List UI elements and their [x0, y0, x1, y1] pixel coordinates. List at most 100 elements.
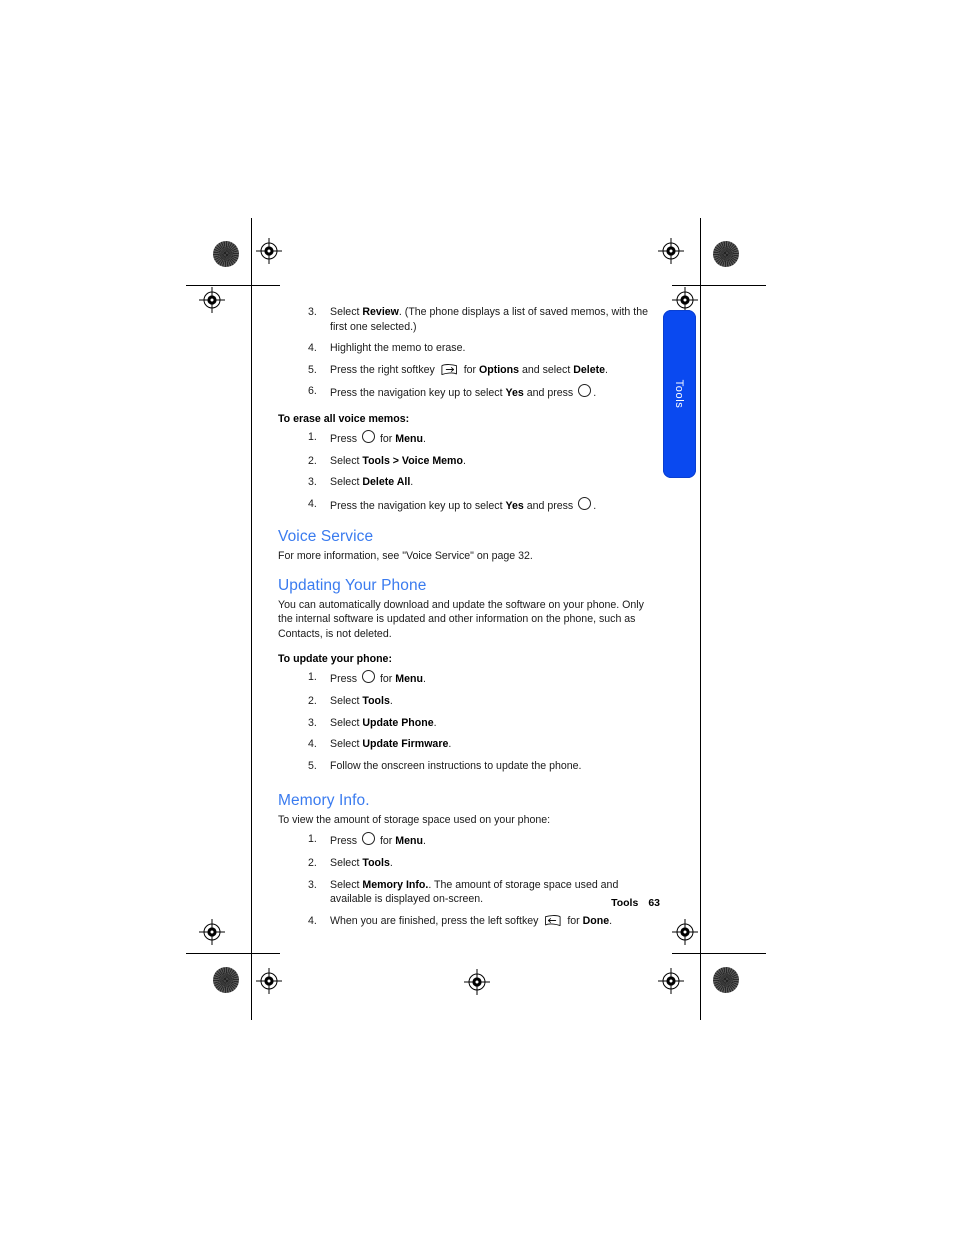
- step-text-bold: Yes: [505, 387, 524, 400]
- step-text-post: .: [593, 499, 597, 512]
- halftone-patch-bottom-right: [713, 967, 739, 993]
- section-thumb-tab: Tools: [663, 310, 696, 478]
- step-number: 2.: [308, 857, 317, 869]
- step-text-mid: and press: [523, 387, 577, 400]
- registration-target-inner-top-right: [658, 238, 684, 264]
- crop-line-right-vertical: [700, 218, 701, 1020]
- ok-key-icon: [578, 384, 592, 398]
- step-text-mid: for: [460, 363, 479, 376]
- step-text-pre: Select: [330, 476, 363, 489]
- step-text-bold: Menu: [395, 835, 423, 848]
- step-text-pre: Press: [330, 835, 361, 848]
- list-item: 4. Highlight the memo to erase.: [278, 341, 660, 356]
- section-thumb-tab-label: Tools: [673, 379, 686, 409]
- step-text-bold: Update Phone: [362, 716, 434, 729]
- step-number: 4.: [308, 914, 317, 927]
- ok-key-icon: [362, 670, 376, 684]
- step-text-bold: Tools > Voice Memo: [362, 454, 463, 467]
- step-number: 3.: [308, 878, 317, 891]
- ok-key-icon: [362, 832, 376, 846]
- step-text-bold: Delete All: [362, 476, 411, 489]
- step-text-bold: Tools: [362, 695, 390, 708]
- registration-target-bottom-center: [464, 969, 490, 995]
- memory-info-step-list: 1. Press for Menu. 2. Select Tools. 3. S…: [278, 832, 660, 928]
- update-phone-step-list: 1. Press for Menu. 2. Select Tools. 3. S…: [278, 670, 660, 773]
- list-item: 4. Press the navigation key up to select…: [278, 496, 660, 514]
- step-text-pre: When you are finished, press the left so…: [330, 914, 542, 927]
- step-text-post: .: [605, 363, 608, 376]
- step-number: 1.: [308, 833, 317, 846]
- step-text-post: .: [593, 387, 597, 400]
- step-number: 3.: [308, 716, 317, 729]
- list-item: 2. Select Tools.: [278, 694, 660, 709]
- step-text-bold: Menu: [395, 432, 423, 445]
- registration-target-bottom-right: [672, 919, 698, 945]
- step-text-pre: Follow the onscreen instructions to upda…: [330, 759, 582, 772]
- step-text-post: .: [389, 695, 393, 708]
- erase-all-step-list: 1. Press for Menu. 2. Select Tools > Voi…: [278, 429, 660, 514]
- crop-line-top-right-horizontal: [672, 285, 766, 286]
- footer-section-label: Tools: [611, 897, 639, 909]
- step-text-post: .: [448, 738, 452, 751]
- step-number: 6.: [308, 385, 317, 398]
- step-number: 3.: [308, 476, 317, 489]
- step-text-pre: Select: [330, 878, 363, 891]
- step-text-pre: Press the navigation key up to select: [330, 499, 506, 512]
- erase-memo-step-list: 3. Select Review. (The phone displays a …: [278, 305, 660, 401]
- step-text-pre: Select: [330, 454, 363, 467]
- step-text-post: .: [410, 476, 414, 489]
- step-text-pre: Select: [330, 857, 363, 869]
- voice-service-body: For more information, see "Voice Service…: [278, 549, 533, 562]
- memory-info-body: To view the amount of storage space used…: [278, 813, 551, 826]
- crop-line-bottom-left-horizontal: [186, 953, 280, 954]
- step-text-pre: Select: [330, 306, 363, 318]
- step-number: 2.: [308, 695, 317, 708]
- step-number: 4.: [308, 738, 317, 751]
- list-item: 4. Select Update Firmware.: [278, 737, 660, 752]
- list-item: 3. Select Delete All.: [278, 475, 660, 490]
- step-text-mid: for: [564, 914, 583, 927]
- step-text-post: .: [422, 673, 426, 686]
- step-text-pre: Press: [330, 673, 361, 686]
- updating-your-phone-body: You can automatically download and updat…: [278, 598, 644, 640]
- step-text-post: .: [389, 857, 393, 869]
- crop-line-top-left-horizontal: [186, 285, 280, 286]
- updating-your-phone-heading: Updating Your Phone: [278, 577, 427, 595]
- list-item: 2. Select Tools > Voice Memo.: [278, 454, 660, 469]
- list-item: 5. Follow the onscreen instructions to u…: [278, 759, 660, 774]
- list-item: 3. Select Update Phone.: [278, 716, 660, 731]
- step-text-post: .: [462, 454, 466, 467]
- step-number: 4.: [308, 497, 317, 510]
- memory-info-heading: Memory Info.: [278, 792, 370, 810]
- step-number: 1.: [308, 430, 317, 443]
- halftone-patch-top-left: [213, 241, 239, 267]
- step-number: 4.: [308, 342, 317, 355]
- step-text-pre: Select: [330, 716, 363, 729]
- registration-target-inner-top-left: [256, 238, 282, 264]
- step-text-bold: Options: [479, 363, 520, 376]
- halftone-patch-bottom-left: [213, 967, 239, 993]
- step-text-bold: Update Firmware: [362, 738, 449, 751]
- step-text-bold2: Delete: [573, 363, 606, 376]
- registration-target-inner-bottom-right: [658, 968, 684, 994]
- page-content: 3. Select Review. (The phone displays a …: [278, 300, 660, 928]
- step-text-mid: for: [377, 673, 396, 686]
- right-softkey-icon: [441, 363, 457, 375]
- step-text-bold: Tools: [362, 857, 390, 869]
- list-item: 1. Press for Menu.: [278, 670, 660, 687]
- step-text-mid: for: [377, 835, 396, 848]
- registration-target-top-left: [199, 287, 225, 313]
- halftone-patch-top-right: [713, 241, 739, 267]
- step-text-mid: and press: [523, 499, 577, 512]
- list-item: 3. Select Review. (The phone displays a …: [278, 305, 660, 334]
- step-text-bold: Done: [582, 914, 610, 927]
- step-text-pre: Select: [330, 695, 363, 708]
- step-text-pre: Press: [330, 432, 361, 445]
- page-footer: Tools 63: [440, 897, 660, 909]
- ok-key-icon: [362, 429, 376, 443]
- step-text-bold: Menu: [395, 673, 423, 686]
- step-text-post: .: [433, 716, 437, 729]
- step-text-post: .: [422, 835, 426, 848]
- step-text-pre: Press the right softkey: [330, 363, 438, 376]
- list-item: 1. Press for Menu.: [278, 832, 660, 849]
